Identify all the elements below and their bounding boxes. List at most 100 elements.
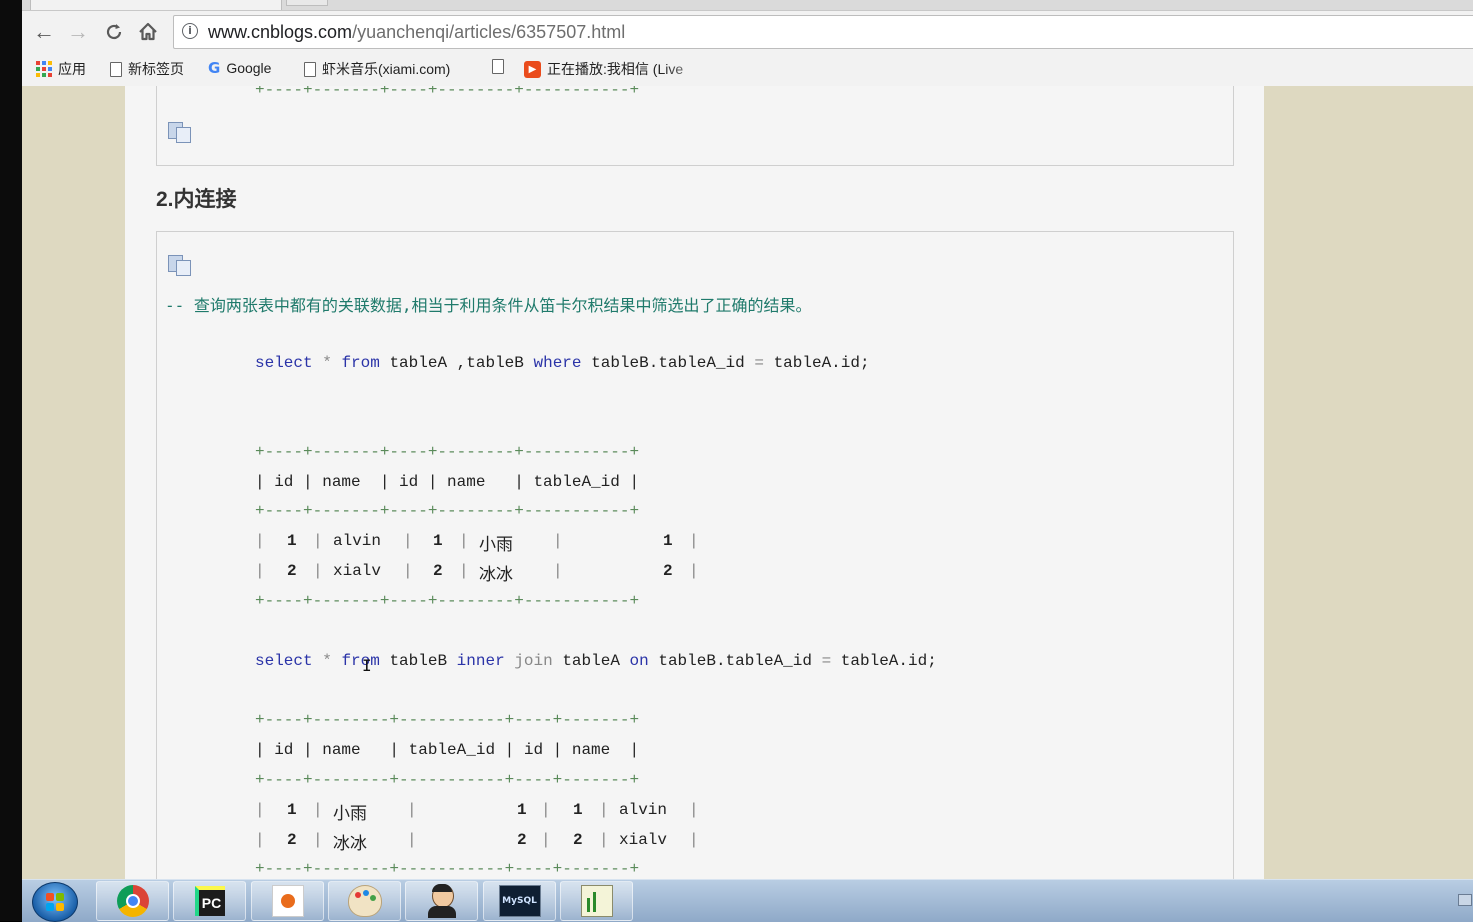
start-button[interactable] xyxy=(32,882,78,922)
table-separator: +----+-------+----+--------+-----------+ xyxy=(255,502,640,520)
sql-cond-right: tableA.id; xyxy=(773,354,870,372)
cell-name: 小雨 xyxy=(333,804,367,824)
text-cursor-icon: I xyxy=(362,656,372,675)
bookmark-untitled[interactable] xyxy=(492,59,504,74)
bookmark-apps[interactable]: 应用 xyxy=(36,59,86,79)
page-icon xyxy=(492,59,504,74)
back-arrow-icon: ← xyxy=(33,19,55,44)
article-column: +----+-------+----+--------+-----------+… xyxy=(125,86,1264,879)
cell-name: alvin xyxy=(333,532,382,550)
table-header: | id | name | id | name | tableA_id | xyxy=(255,473,640,491)
url-host: www.cnblogs.com xyxy=(208,22,353,42)
cell-name: alvin xyxy=(619,801,668,819)
reload-button[interactable] xyxy=(100,18,128,46)
back-button[interactable]: ← xyxy=(30,18,58,46)
url-path: /yuanchenqi/articles/6357507.html xyxy=(352,22,626,42)
site-info-icon[interactable]: i xyxy=(182,23,198,39)
windows-taskbar: PC MySQL xyxy=(22,879,1473,922)
new-tab-button[interactable] xyxy=(286,0,328,6)
kw-on: on xyxy=(629,652,649,670)
cell-name: 小雨 xyxy=(479,535,513,555)
bookmark-fade xyxy=(662,54,722,84)
bookmarks-bar: 应用 新标签页 G Google 虾米音乐(xiami.com) ▶ 正在播放:… xyxy=(22,54,1473,84)
cell-name: xialv xyxy=(619,831,668,849)
cell-id: 2 xyxy=(573,831,583,849)
paint-palette-icon xyxy=(347,885,382,917)
taskbar-avatar-app[interactable] xyxy=(405,881,478,921)
play-icon: ▶ xyxy=(524,60,541,78)
page-icon xyxy=(304,61,316,77)
cell-ref: 2 xyxy=(663,562,673,580)
cell-id: 1 xyxy=(433,532,443,550)
sql-table: tableB xyxy=(389,652,448,670)
kw-join: join xyxy=(514,652,553,670)
mysql-console-icon: MySQL xyxy=(498,885,541,917)
sql-cond-left: tableB.tableA_id xyxy=(658,652,812,670)
cell-id: 2 xyxy=(433,562,443,580)
table-separator: +----+-------+----+--------+-----------+ xyxy=(255,592,640,610)
url-text[interactable]: www.cnblogs.com/yuanchenqi/articles/6357… xyxy=(208,22,625,43)
cell-ref: 2 xyxy=(517,831,527,849)
bookmark-now-playing[interactable]: ▶ 正在播放:我相信 (Live xyxy=(524,59,683,79)
bookmark-new-tab[interactable]: 新标签页 xyxy=(110,59,184,79)
sql-cond-right: tableA.id; xyxy=(840,652,937,670)
sql-table: tableA xyxy=(562,652,620,670)
table-separator: +----+--------+-----------+----+-------+ xyxy=(255,711,640,729)
bookmark-label: 新标签页 xyxy=(128,61,184,77)
kw-where: where xyxy=(533,354,582,372)
active-tab[interactable] xyxy=(30,0,282,10)
google-icon: G xyxy=(208,59,221,77)
cell-ref: 1 xyxy=(517,801,527,819)
page-viewport[interactable]: +----+-------+----+--------+-----------+… xyxy=(22,86,1473,879)
bookmark-google[interactable]: G Google xyxy=(208,59,271,77)
taskbar-paint[interactable] xyxy=(328,881,401,921)
cell-id: 1 xyxy=(287,801,297,819)
table-separator: +----+-------+----+--------+-----------+ xyxy=(255,86,640,99)
table-header: | id | name | tableA_id | id | name | xyxy=(255,741,640,759)
table-separator: +----+-------+----+--------+-----------+ xyxy=(255,443,640,461)
taskbar-powerpoint[interactable] xyxy=(251,881,324,921)
table-separator: +----+--------+-----------+----+-------+ xyxy=(255,860,640,878)
powerpoint-icon xyxy=(271,885,304,917)
taskbar-notepad[interactable] xyxy=(560,881,633,921)
sql-tables: tableA ,tableB xyxy=(389,354,524,372)
bookmark-label: Google xyxy=(226,60,272,76)
cell-id: 1 xyxy=(287,532,297,550)
op-star: * xyxy=(322,354,332,372)
cell-name: xialv xyxy=(333,562,382,580)
browser-chrome: ← → i www.cnblogs.com/yuanchenqi/article… xyxy=(22,0,1473,86)
kw-from: from xyxy=(341,652,380,670)
tray-icon[interactable] xyxy=(1458,894,1472,906)
section-heading: 2.内连接 xyxy=(156,188,237,211)
cell-id: 2 xyxy=(287,562,297,580)
code-comment: -- 查询两张表中都有的关联数据,相当于利用条件从笛卡尔积结果中筛选出了正确的结… xyxy=(165,296,812,315)
copy-code-icon[interactable] xyxy=(167,254,193,276)
chrome-icon xyxy=(116,885,149,917)
taskbar-mysql[interactable]: MySQL xyxy=(483,881,556,921)
cell-name: 冰冰 xyxy=(333,834,367,854)
kw-inner: inner xyxy=(456,652,505,670)
bookmark-xiami[interactable]: 虾米音乐(xiami.com) xyxy=(304,59,450,79)
left-black-strip xyxy=(0,0,22,921)
tab-strip xyxy=(22,0,1473,11)
taskbar-pycharm[interactable]: PC xyxy=(173,881,246,921)
person-avatar-icon xyxy=(427,884,456,918)
kw-select: select xyxy=(255,354,313,372)
address-bar[interactable]: i www.cnblogs.com/yuanchenqi/articles/63… xyxy=(173,15,1473,49)
code-block-inner-join: -- 查询两张表中都有的关联数据,相当于利用条件从笛卡尔积结果中筛选出了正确的结… xyxy=(156,231,1234,879)
notepad-plus-icon xyxy=(580,885,613,917)
code-block-previous: +----+-------+----+--------+-----------+ xyxy=(156,86,1234,166)
copy-code-icon[interactable] xyxy=(167,121,193,143)
cell-name: 冰冰 xyxy=(479,565,513,585)
sql-query-1: select * from tableA ,tableB where table… xyxy=(255,354,870,372)
taskbar-chrome[interactable] xyxy=(96,881,169,921)
kw-from: from xyxy=(341,354,380,372)
kw-select: select xyxy=(255,652,313,670)
sql-cond-left: tableB.tableA_id xyxy=(591,354,745,372)
home-button[interactable] xyxy=(134,18,162,46)
cell-id: 2 xyxy=(287,831,297,849)
forward-button[interactable]: → xyxy=(64,18,92,46)
home-icon xyxy=(139,22,157,41)
cell-id: 1 xyxy=(573,801,583,819)
forward-arrow-icon: → xyxy=(67,19,89,44)
